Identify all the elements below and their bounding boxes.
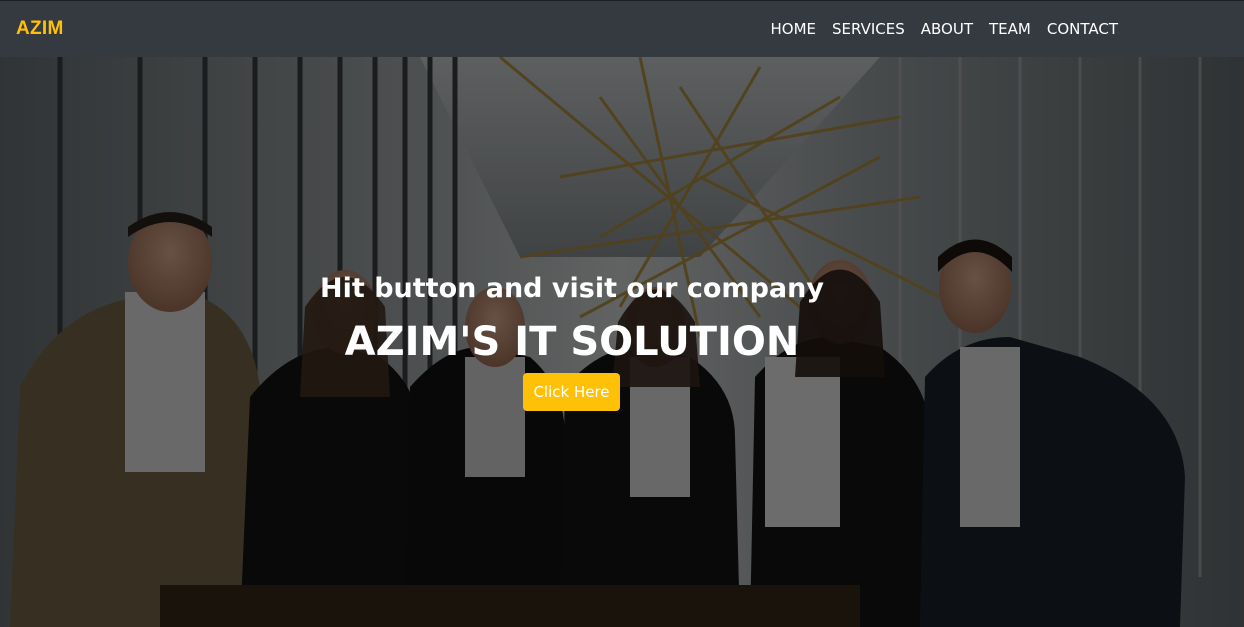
- hero-subtitle: Hit button and visit our company: [320, 273, 824, 304]
- click-here-button[interactable]: Click Here: [523, 373, 620, 411]
- nav-link-team[interactable]: TEAM: [989, 20, 1031, 38]
- hero-content: Hit button and visit our company AZIM'S …: [0, 57, 1244, 627]
- navbar: AZIM HOME SERVICES ABOUT TEAM CONTACT: [0, 0, 1244, 57]
- nav-link-contact[interactable]: CONTACT: [1047, 20, 1118, 38]
- nav-link-home[interactable]: HOME: [770, 20, 816, 38]
- brand-logo[interactable]: AZIM: [16, 18, 64, 40]
- nav-link-services[interactable]: SERVICES: [832, 20, 905, 38]
- nav-menu: HOME SERVICES ABOUT TEAM CONTACT: [770, 20, 1118, 38]
- hero-section: Hit button and visit our company AZIM'S …: [0, 57, 1244, 627]
- page: AZIM HOME SERVICES ABOUT TEAM CONTACT Hi…: [0, 0, 1244, 627]
- hero-title: AZIM'S IT SOLUTION: [344, 319, 800, 365]
- nav-link-about[interactable]: ABOUT: [921, 20, 973, 38]
